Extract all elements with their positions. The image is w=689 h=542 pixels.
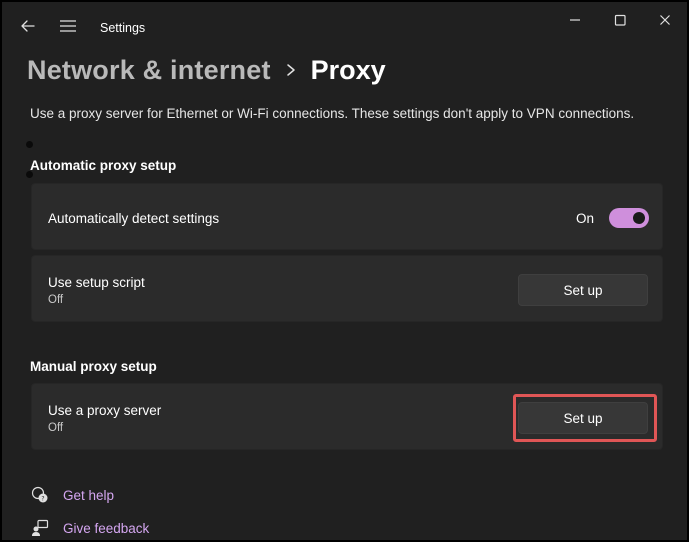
page-title: Proxy xyxy=(310,54,386,85)
detect-settings-label: Automatically detect settings xyxy=(48,211,220,226)
setup-script-card: Use setup script Off Set up xyxy=(31,255,663,322)
breadcrumb: Network & internet Proxy xyxy=(27,50,386,90)
setup-script-button[interactable]: Set up xyxy=(518,274,648,306)
toggle-knob xyxy=(633,212,645,224)
proxy-server-label: Use a proxy server xyxy=(48,403,162,418)
title-bar: Settings xyxy=(2,2,687,42)
help-chat-icon: ? xyxy=(31,486,48,503)
setup-script-status: Off xyxy=(48,294,64,306)
back-arrow-icon[interactable] xyxy=(18,16,38,36)
get-help-text: Get help xyxy=(63,487,115,503)
auto-detect-toggle[interactable] xyxy=(609,208,649,228)
svg-text:?: ? xyxy=(41,496,44,503)
get-help-link[interactable]: ? Get help xyxy=(31,486,114,504)
give-feedback-text: Give feedback xyxy=(63,520,150,536)
hamburger-menu-icon[interactable] xyxy=(59,18,77,34)
detect-settings-card: Automatically detect settings On xyxy=(31,183,663,250)
breadcrumb-parent-link[interactable]: Network & internet xyxy=(27,55,271,86)
decorative-dot xyxy=(26,141,33,148)
maximize-icon[interactable] xyxy=(609,10,631,30)
close-icon[interactable] xyxy=(654,10,676,30)
page-description: Use a proxy server for Ethernet or Wi-Fi… xyxy=(30,106,635,121)
settings-window: Settings Network & internet Proxy Use a … xyxy=(0,0,689,542)
highlight-box xyxy=(513,394,657,442)
minimize-icon[interactable] xyxy=(564,10,586,30)
app-title: Settings xyxy=(100,21,146,35)
setup-script-label: Use setup script xyxy=(48,275,145,290)
chevron-right-icon xyxy=(271,58,311,82)
proxy-server-status: Off xyxy=(48,422,64,434)
section-title-automatic: Automatic proxy setup xyxy=(30,158,177,173)
give-feedback-link[interactable]: Give feedback xyxy=(31,519,149,537)
toggle-state-text: On xyxy=(576,211,595,226)
section-title-manual: Manual proxy setup xyxy=(30,359,157,374)
feedback-icon xyxy=(32,519,49,536)
